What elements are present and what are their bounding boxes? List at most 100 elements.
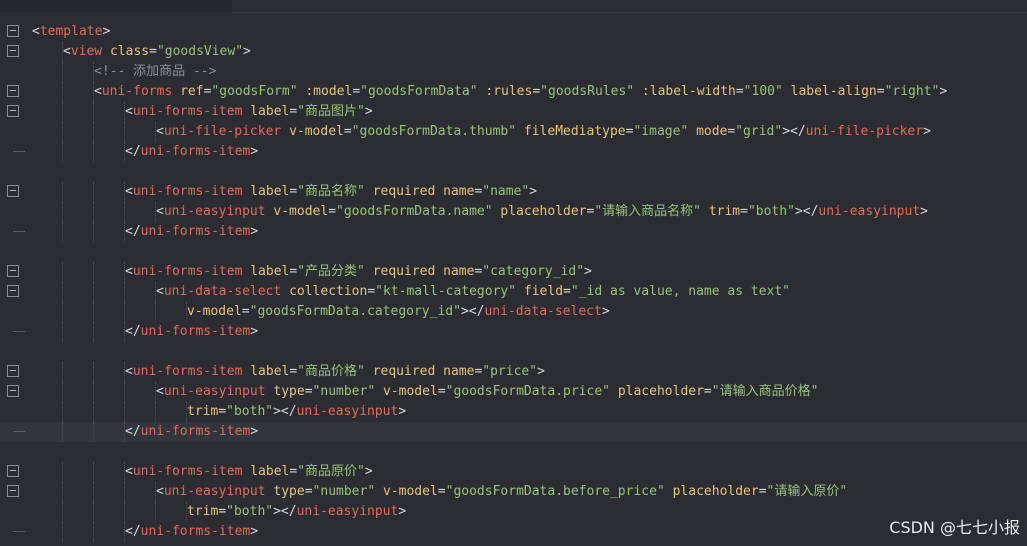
code-line[interactable]: trim="both"></uni-easyinput>: [0, 402, 1027, 422]
code-line[interactable]: [0, 242, 1027, 262]
code-token: </: [125, 424, 141, 439]
code-token: class: [109, 44, 150, 59]
code-text: <uni-forms-item label="商品名称" required na…: [125, 182, 537, 202]
code-text: v-model="goodsFormData.category_id"></un…: [187, 302, 610, 322]
fold-toggle-icon[interactable]: [7, 185, 19, 197]
code-token: >: [250, 524, 259, 539]
indent-guide: [124, 402, 125, 422]
code-token: >: [923, 124, 931, 139]
fold-end-marker: [13, 231, 25, 232]
indent-guide: [155, 302, 156, 322]
code-token: trim: [708, 204, 741, 219]
code-token: uni-easyinput: [163, 204, 274, 219]
code-line[interactable]: <view class="goodsView">: [0, 42, 1027, 62]
code-line[interactable]: [0, 342, 1027, 362]
code-token: placeholder: [617, 384, 704, 399]
indent-guide: [62, 382, 63, 402]
code-line[interactable]: <template>: [0, 22, 1027, 42]
code-token: <: [125, 464, 133, 479]
code-line[interactable]: </uni-forms-item>: [0, 222, 1027, 242]
code-token: "请输入商品价格": [711, 384, 819, 399]
code-token: "both": [226, 404, 274, 419]
indent-guide: [93, 502, 94, 522]
fold-toggle-icon[interactable]: [7, 45, 19, 57]
code-line[interactable]: <uni-forms-item label="商品图片">: [0, 102, 1027, 122]
code-token: "category_id": [482, 264, 585, 279]
fold-toggle-icon[interactable]: [7, 385, 19, 397]
code-token: uni-forms-item: [132, 364, 251, 379]
indent-guide: [93, 322, 94, 342]
code-line[interactable]: v-model="goodsFormData.category_id"></un…: [0, 302, 1027, 322]
indent-guide: [124, 202, 125, 222]
code-token: =: [740, 204, 748, 219]
indent-guide: [62, 182, 63, 202]
code-token: =: [532, 84, 541, 99]
fold-toggle-icon[interactable]: [7, 465, 19, 477]
fold-toggle-icon[interactable]: [7, 285, 19, 297]
indent-guide: [62, 322, 63, 342]
fold-toggle-icon[interactable]: [7, 265, 19, 277]
code-line[interactable]: <uni-forms-item label="商品价格" required na…: [0, 362, 1027, 382]
code-token: uni-forms-item: [140, 424, 251, 439]
code-token: =: [218, 404, 227, 419]
code-line[interactable]: [0, 442, 1027, 462]
code-token: mode: [696, 124, 728, 139]
code-token: <: [32, 24, 40, 39]
code-token: >: [243, 44, 251, 59]
code-line[interactable]: <uni-forms ref="goodsForm" :model="goods…: [0, 82, 1027, 102]
indent-guide: [155, 502, 156, 522]
code-line[interactable]: <uni-easyinput type="number" v-model="go…: [0, 382, 1027, 402]
code-token: label: [250, 184, 290, 199]
code-line[interactable]: <uni-file-picker v-model="goodsFormData.…: [0, 122, 1027, 142]
code-token: >: [250, 424, 259, 439]
code-line[interactable]: <!-- 添加商品 -->: [0, 62, 1027, 82]
code-text: <uni-data-select collection="kt-mall-cat…: [156, 282, 790, 302]
code-line[interactable]: <uni-easyinput type="number" v-model="go…: [0, 482, 1027, 502]
code-token: v-model: [187, 304, 242, 319]
fold-toggle-icon[interactable]: [7, 485, 19, 497]
code-token: >: [939, 84, 948, 99]
code-line[interactable]: <uni-easyinput v-model="goodsFormData.na…: [0, 202, 1027, 222]
code-token: <: [156, 204, 164, 219]
code-token: uni-file-picker: [163, 124, 290, 139]
indent-guide: [93, 302, 94, 322]
code-token: required: [372, 264, 436, 279]
code-token: "goodsFormData": [360, 84, 478, 99]
fold-toggle-icon[interactable]: [7, 365, 19, 377]
code-token: "grid": [735, 124, 783, 139]
code-text: <uni-forms-item label="商品图片">: [125, 102, 373, 122]
fold-toggle-icon[interactable]: [7, 85, 19, 97]
code-line[interactable]: <uni-data-select collection="kt-mall-cat…: [0, 282, 1027, 302]
code-line[interactable]: </uni-forms-item>: [0, 422, 1027, 442]
code-token: "right": [884, 84, 940, 99]
fold-toggle-icon[interactable]: [7, 25, 19, 37]
indent-guide: [93, 422, 94, 442]
code-token: "请输入原价": [766, 484, 848, 499]
code-line[interactable]: <uni-forms-item label="商品原价">: [0, 462, 1027, 482]
code-token: =: [149, 44, 157, 59]
code-editor[interactable]: <template> <view class="goodsView"> <!-- 添…: [0, 22, 1027, 546]
code-token: ></: [273, 404, 297, 419]
indent-guide: [62, 142, 63, 162]
code-line[interactable]: <uni-forms-item label="商品名称" required na…: [0, 182, 1027, 202]
code-line[interactable]: </uni-forms-item>: [0, 522, 1027, 542]
code-token: ></: [794, 204, 819, 219]
code-token: <: [156, 484, 164, 499]
code-line[interactable]: trim="both"></uni-easyinput>: [0, 502, 1027, 522]
code-line[interactable]: [0, 162, 1027, 182]
indent-guide: [62, 422, 63, 442]
code-token: v-model: [273, 204, 329, 219]
code-line[interactable]: </uni-forms-item>: [0, 322, 1027, 342]
code-text: <view class="goodsView">: [63, 42, 251, 62]
fold-toggle-icon[interactable]: [7, 105, 19, 117]
code-token: <: [94, 84, 102, 99]
indent-guide: [62, 522, 63, 542]
indent-guide: [62, 62, 63, 82]
code-line[interactable]: </uni-forms-item>: [0, 142, 1027, 162]
indent-guide: [124, 302, 125, 322]
code-token: >: [601, 304, 610, 319]
code-line[interactable]: <uni-forms-item label="产品分类" required na…: [0, 262, 1027, 282]
